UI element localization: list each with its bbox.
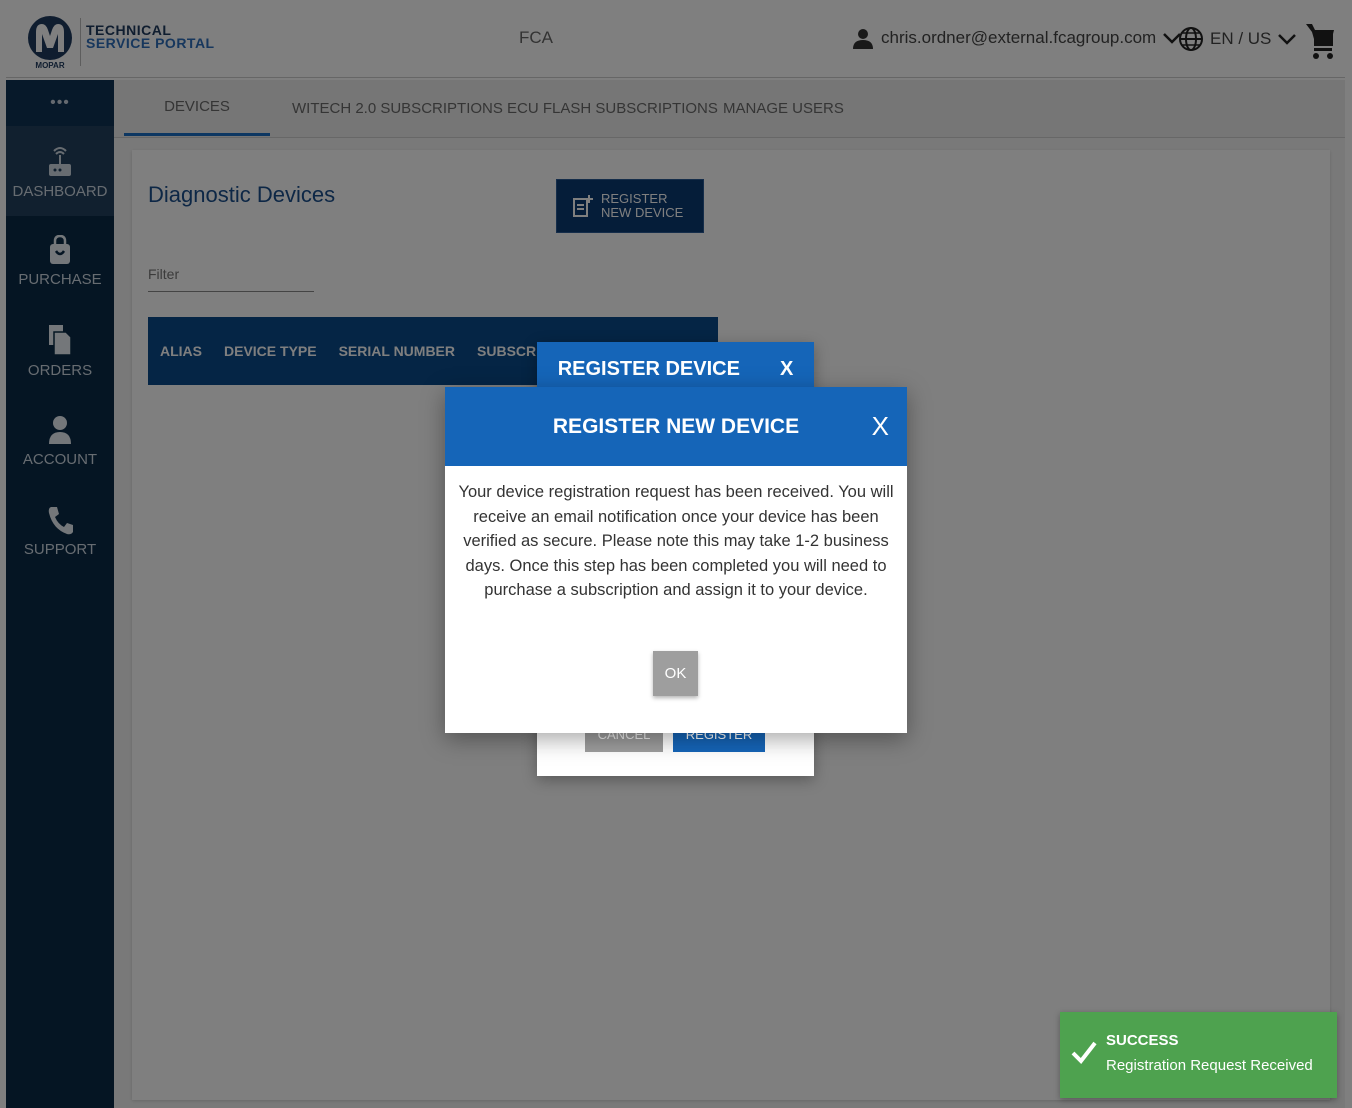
register-new-device-dialog: REGISTER NEW DEVICE X Your device regist… [445,387,907,733]
ok-button[interactable]: OK [653,651,698,696]
dialog-header: REGISTER NEW DEVICE X [445,387,907,466]
toast-title: SUCCESS [1106,1032,1179,1049]
dialog-title: REGISTER NEW DEVICE [552,414,800,438]
checkmark-icon [1071,1041,1097,1065]
close-icon[interactable]: X [872,411,889,442]
dialog-message: Your device registration request has bee… [458,483,894,599]
close-icon[interactable]: X [780,358,793,381]
toast-message: Registration Request Received [1106,1057,1313,1074]
register-device-dialog-title: REGISTER DEVICE [557,357,740,380]
success-toast[interactable]: SUCCESS Registration Request Received [1060,1012,1337,1098]
